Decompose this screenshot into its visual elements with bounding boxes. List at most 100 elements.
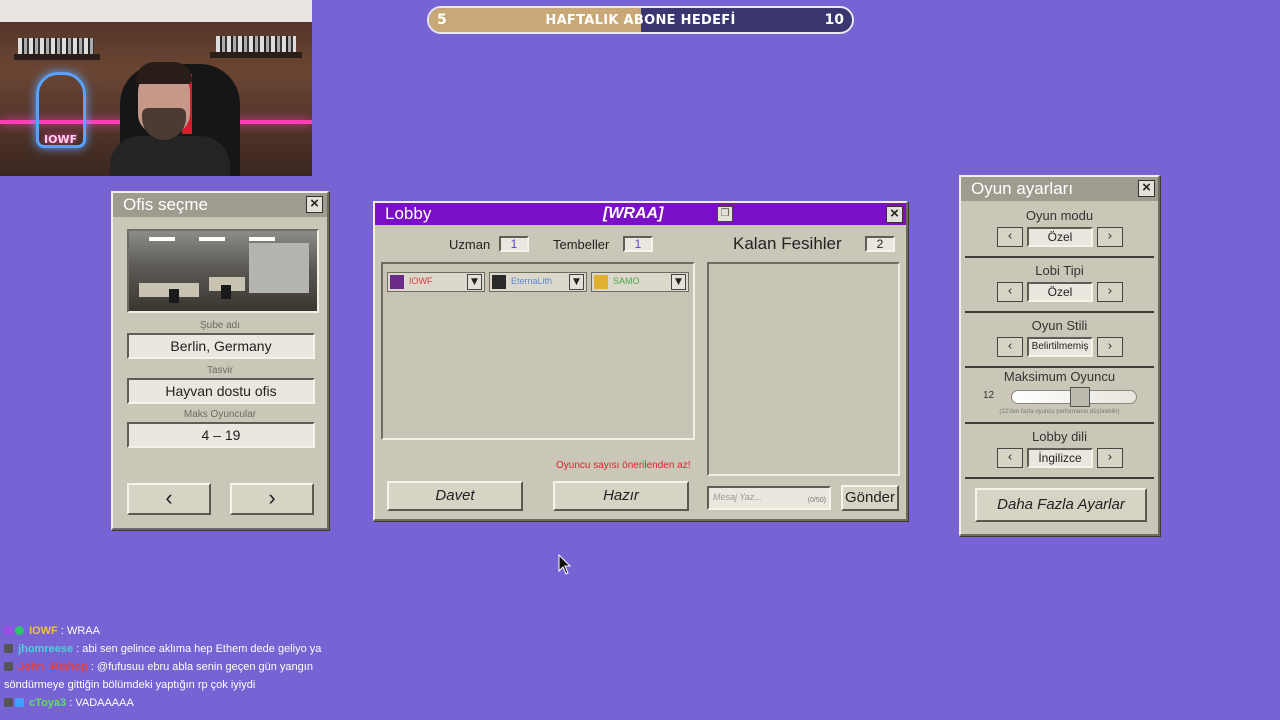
settings-titlebar: Oyun ayarları ×: [961, 177, 1158, 201]
goal-title: HAFTALIK ABONE HEDEFİ: [545, 13, 736, 28]
chevron-down-icon[interactable]: ▼: [467, 274, 482, 290]
divider: [965, 366, 1154, 368]
players-panel: IOWF ▼ EternaLith ▼ SAMO ▼: [381, 262, 695, 440]
player-name: IOWF: [409, 276, 433, 286]
player-slot[interactable]: SAMO ▼: [591, 272, 689, 292]
chevron-left-icon: ‹: [165, 485, 173, 510]
player-slot[interactable]: IOWF ▼: [387, 272, 485, 292]
send-button[interactable]: Gönder: [841, 485, 899, 511]
chat-text: : VADAAAAA: [69, 697, 134, 709]
window-title: Oyun ayarları: [971, 179, 1074, 198]
kalan-fesihler-label: Kalan Fesihler: [733, 234, 842, 253]
chat-panel: [707, 262, 900, 476]
divider: [965, 477, 1154, 479]
subscriber-goal-bar: 5 HAFTALIK ABONE HEDEFİ 10: [427, 6, 854, 34]
close-icon[interactable]: ×: [886, 206, 903, 223]
game-style-label: Oyun Stili: [1031, 318, 1088, 333]
office-preview-image: [127, 229, 319, 313]
uzman-label: Uzman: [449, 237, 491, 252]
message-input[interactable]: Mesaj Yaz... (0/50): [707, 486, 831, 510]
copy-icon[interactable]: ❐: [717, 206, 733, 222]
chevron-right-icon[interactable]: ›: [1097, 448, 1123, 468]
chevron-left-icon[interactable]: ‹: [997, 337, 1023, 357]
chevron-down-icon[interactable]: ▼: [569, 274, 584, 290]
chevron-left-icon[interactable]: ‹: [997, 227, 1023, 247]
lobby-language-label: Lobby dili: [1032, 429, 1087, 444]
divider: [965, 256, 1154, 258]
webcam-ceiling: [0, 0, 312, 22]
badge-icon: [4, 626, 13, 635]
ready-button[interactable]: Hazır: [553, 481, 689, 511]
close-icon[interactable]: ×: [1138, 180, 1155, 197]
close-icon[interactable]: ×: [306, 196, 323, 213]
max-players-field: 4 – 19: [127, 422, 315, 448]
shelf: [210, 52, 302, 58]
mouse-cursor-icon: [558, 554, 572, 575]
avatar: [492, 275, 506, 289]
message-char-count: (0/50): [807, 497, 826, 504]
max-players-setting-label: Maksimum Oyuncu: [1003, 369, 1116, 384]
chevron-left-icon[interactable]: ‹: [997, 448, 1023, 468]
chat-message: John_Bishop : @fufusuu ebru abla senin g…: [0, 658, 360, 694]
kalan-fesihler-count: 2: [865, 236, 895, 252]
tembel-count: 1: [623, 236, 653, 252]
player-name: SAMO: [613, 276, 640, 286]
neon-logo-text: IOWF: [44, 133, 78, 146]
chevron-right-icon[interactable]: ›: [1097, 227, 1123, 247]
chevron-left-icon[interactable]: ‹: [997, 282, 1023, 302]
lobby-type-label: Lobi Tipi: [1035, 263, 1084, 278]
divider: [965, 422, 1154, 424]
bookshelf: [216, 36, 296, 52]
lobby-type-value: Özel: [1027, 282, 1093, 302]
stream-chat: IOWF : WRAA jhomreese : abi sen gelince …: [0, 622, 360, 712]
max-players-hint: (12'den fazla oyuncu performansı düşüreb…: [999, 409, 1120, 415]
badge-icon: [4, 644, 13, 653]
game-style-value: Belirtilmemiş: [1027, 337, 1093, 357]
streamer-body: [110, 136, 230, 176]
webcam-overlay: IOWF: [0, 0, 312, 176]
invite-button[interactable]: Davet: [387, 481, 523, 511]
chat-message: IOWF : WRAA: [0, 622, 360, 640]
badge-icon: [15, 698, 24, 707]
avatar: [594, 275, 608, 289]
branch-field: Berlin, Germany: [127, 333, 315, 359]
goal-target: 10: [824, 12, 844, 28]
shelf: [14, 54, 100, 60]
chevron-right-icon[interactable]: ›: [1097, 282, 1123, 302]
avatar: [390, 275, 404, 289]
prev-office-button[interactable]: ‹: [127, 483, 211, 515]
description-field: Hayvan dostu ofis: [127, 378, 315, 404]
game-mode-label: Oyun modu: [1025, 208, 1094, 223]
player-name: EternaLith: [511, 276, 553, 286]
more-settings-button[interactable]: Daha Fazla Ayarlar: [975, 488, 1147, 522]
streamer-hair: [136, 62, 192, 84]
badge-icon: [15, 626, 24, 635]
lobby-code: [WRAA]: [603, 205, 664, 222]
chat-text: : abi sen gelince aklıma hep Ethem dede …: [76, 643, 322, 655]
slider-handle[interactable]: [1070, 387, 1090, 407]
office-select-titlebar: Ofis seçme ×: [113, 193, 327, 217]
chevron-right-icon: ›: [268, 485, 276, 510]
max-players-slider[interactable]: [1011, 387, 1137, 407]
max-players-label: Maks Oyuncular: [183, 409, 257, 420]
window-title: Lobby: [385, 204, 432, 223]
chat-username: jhomreese: [18, 643, 74, 655]
lobby-language-value: İngilizce: [1027, 448, 1093, 468]
divider: [965, 311, 1154, 313]
next-office-button[interactable]: ›: [230, 483, 314, 515]
chevron-right-icon[interactable]: ›: [1097, 337, 1123, 357]
bookshelf: [18, 38, 94, 54]
chat-message: jhomreese : abi sen gelince aklıma hep E…: [0, 640, 360, 658]
window-title: Ofis seçme: [123, 195, 209, 214]
chat-text: : WRAA: [60, 625, 100, 637]
player-slot[interactable]: EternaLith ▼: [489, 272, 587, 292]
chat-username: John_Bishop: [18, 661, 88, 673]
tembel-label: Tembeller: [553, 237, 610, 252]
lobby-window: Lobby [WRAA] ❐ × Uzman 1 Tembeller 1 Kal…: [373, 201, 908, 521]
player-count-warning: Oyuncu sayısı önerilenden az!: [556, 460, 691, 471]
game-mode-value: Özel: [1027, 227, 1093, 247]
chevron-down-icon[interactable]: ▼: [671, 274, 686, 290]
chat-username: cToya3: [29, 697, 67, 709]
office-select-window: Ofis seçme × Şube adı Berlin, Germany Ta…: [111, 191, 329, 530]
badge-icon: [4, 662, 13, 671]
